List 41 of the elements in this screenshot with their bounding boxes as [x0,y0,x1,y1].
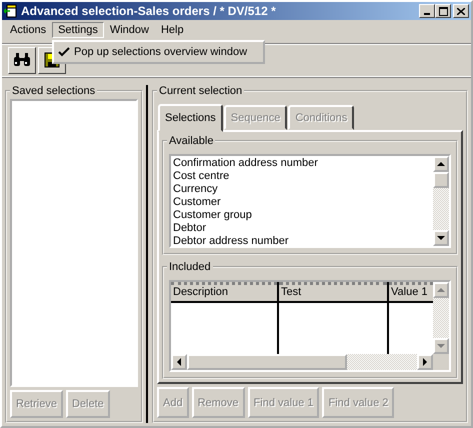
up-arrow-icon [437,288,445,292]
column-header[interactable]: Test [279,282,387,303]
column-header[interactable]: Value 1 [389,282,433,303]
group-label: Included [168,261,212,273]
list-item[interactable]: Cost centre [173,170,431,183]
maximize-button[interactable] [435,4,451,18]
close-icon [457,8,465,14]
down-arrow-icon [437,344,445,348]
menu-item[interactable]: Settings [52,22,104,38]
horizontal-scrollbar[interactable] [171,354,433,370]
menu-item[interactable]: Window [104,22,155,38]
available-list[interactable]: Confirmation address number Cost centre Currency Customer Customer group Debtor Debtor address number [169,154,451,248]
vertical-scrollbar[interactable] [433,156,449,246]
menu-item[interactable]: Actions [4,22,52,38]
app-icon [4,4,18,18]
maximize-icon [438,6,448,16]
list-item[interactable]: Debtor address number [173,235,431,246]
list-item[interactable]: Confirmation address number [173,157,431,170]
menu-option[interactable]: Pop up selections overview window [54,44,263,60]
toolbar-button[interactable] [8,46,36,74]
group-label: Available [168,135,214,147]
window-title: Advanced selection-Sales orders / * DV/512 * [21,4,277,18]
group-label: Current selection [158,85,244,97]
list-item[interactable]: Customer group [173,209,431,222]
group-label: Saved selections [11,85,96,97]
minimize-button[interactable] [419,4,435,18]
left-arrow-icon [177,358,181,366]
scroll-thumb[interactable] [433,172,449,188]
vertical-scrollbar[interactable] [433,282,449,354]
list-item[interactable]: Customer [173,196,431,209]
up-arrow-icon [437,162,445,166]
close-button[interactable] [453,4,469,18]
right-arrow-icon [423,358,427,366]
column-header[interactable]: Description [171,282,277,303]
menu-item[interactable]: Help [154,22,190,38]
list-item[interactable]: Debtor [173,222,431,235]
tab[interactable]: Selections [158,104,223,132]
list-item[interactable]: Currency [173,183,431,196]
down-arrow-icon [437,236,445,240]
binoculars-icon [13,53,31,67]
scroll-thumb[interactable] [187,354,347,370]
